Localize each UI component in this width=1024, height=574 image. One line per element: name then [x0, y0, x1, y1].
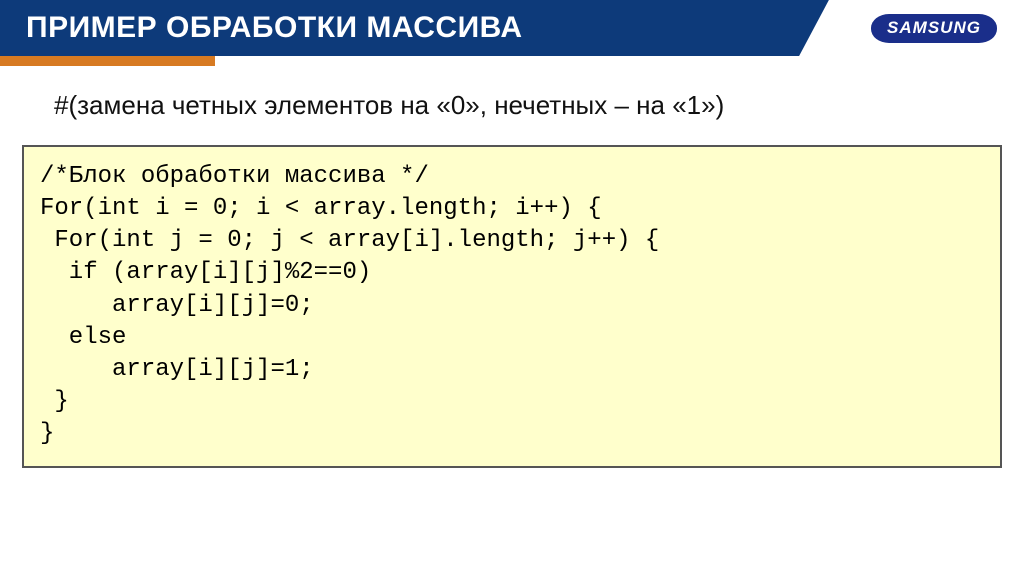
code-line: if (array[i][j]%2==0) — [40, 259, 371, 286]
slide-subtitle: #(замена четных элементов на «0», нечетн… — [54, 90, 1024, 121]
code-line: } — [40, 388, 69, 415]
slide-header: ПРИМЕР ОБРАБОТКИ МАССИВА SAMSUNG — [0, 0, 1024, 56]
code-line: else — [40, 324, 126, 351]
code-line: array[i][j]=1; — [40, 356, 314, 383]
code-block: /*Блок обработки массива */ For(int i = … — [22, 145, 1002, 468]
accent-bar — [0, 56, 215, 66]
code-line: } — [40, 420, 54, 447]
samsung-logo: SAMSUNG — [871, 14, 997, 43]
slide-title: ПРИМЕР ОБРАБОТКИ МАССИВА — [26, 11, 522, 45]
code-line: For(int i = 0; i < array.length; i++) { — [40, 195, 602, 222]
code-line: For(int j = 0; j < array[i].length; j++)… — [40, 227, 659, 254]
code-block-container: /*Блок обработки массива */ For(int i = … — [22, 145, 1002, 468]
logo-container: SAMSUNG — [844, 0, 1024, 56]
code-line: /*Блок обработки массива */ — [40, 163, 429, 190]
code-line: array[i][j]=0; — [40, 292, 314, 319]
